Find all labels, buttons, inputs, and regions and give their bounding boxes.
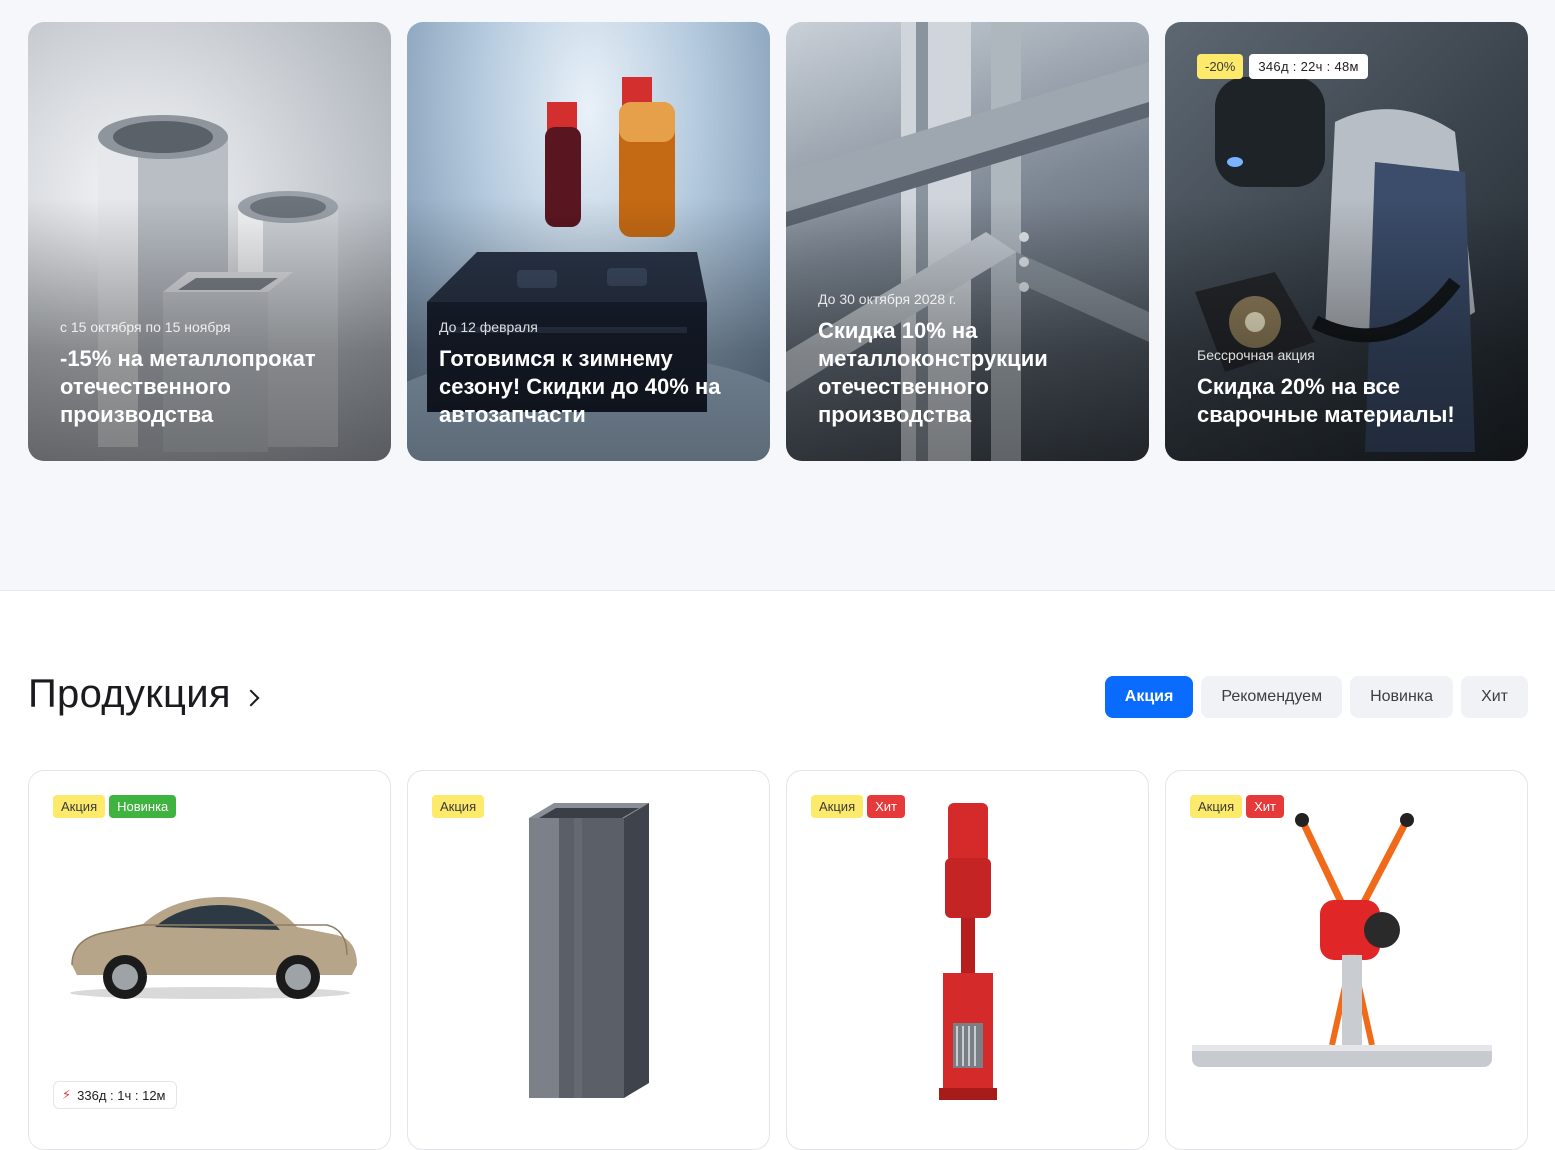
product-image-pump [787,796,1148,1109]
promo-date: с 15 октября по 15 ноября [60,319,231,335]
promo-discount-badge: -20% [1197,54,1244,79]
promo-card-steel[interactable]: До 30 октября 2028 г. Скидка 10% на мета… [786,22,1149,461]
products-title-link[interactable]: Продукция [28,672,260,717]
product-card[interactable]: Акция [407,770,770,1150]
tab-hit[interactable]: Хит [1461,676,1528,718]
promo-date: Бессрочная акция [1197,347,1315,363]
promo-date: До 30 октября 2028 г. [818,291,957,307]
promo-title: Скидка 20% на все сварочные материалы! [1197,374,1455,427]
tab-new[interactable]: Новинка [1350,676,1454,718]
tab-akcia[interactable]: Акция [1104,676,1194,718]
promo-timer-badge: 346д : 22ч : 48м [1249,54,1368,79]
page-title: Продукция [28,672,231,716]
lightning-icon: ⚡ [62,1087,72,1102]
product-image-car [29,831,390,1059]
chevron-right-icon [242,689,260,706]
product-timer: ⚡ 336д : 1ч : 12м [53,1081,177,1109]
product-image-steel-pipe [408,796,769,1109]
product-image-screed-machine [1166,801,1527,1089]
promo-card-welding[interactable]: -20% 346д : 22ч : 48м Бессрочная акция С… [1165,22,1528,461]
promo-title: -15% на металлопрокат отечественного про… [60,346,316,427]
promo-section: с 15 октября по 15 ноября -15% на металл… [0,0,1555,591]
product-card[interactable]: Акция Хит [1165,770,1528,1150]
promo-title: Скидка 10% на металлоконструкции отечест… [818,318,1048,427]
tab-recommend[interactable]: Рекомендуем [1201,676,1343,718]
promo-date: До 12 февраля [439,319,538,335]
product-card[interactable]: Акция Новинка ⚡ 336д : 1ч : 12м [28,770,391,1150]
promo-card-metal[interactable]: с 15 октября по 15 ноября -15% на металл… [28,22,391,461]
product-card[interactable]: Акция Хит [786,770,1149,1150]
promo-title: Готовимся к зимнему сезону! Скидки до 40… [439,346,721,427]
promo-card-winter[interactable]: До 12 февраля Готовимся к зимнему сезону… [407,22,770,461]
product-filter-tabs: Акция Рекомендуем Новинка Хит [1104,676,1528,718]
tag-new: Новинка [109,795,177,818]
product-timer-value: 336д : 1ч : 12м [77,1087,166,1103]
tag-sale: Акция [53,795,106,818]
